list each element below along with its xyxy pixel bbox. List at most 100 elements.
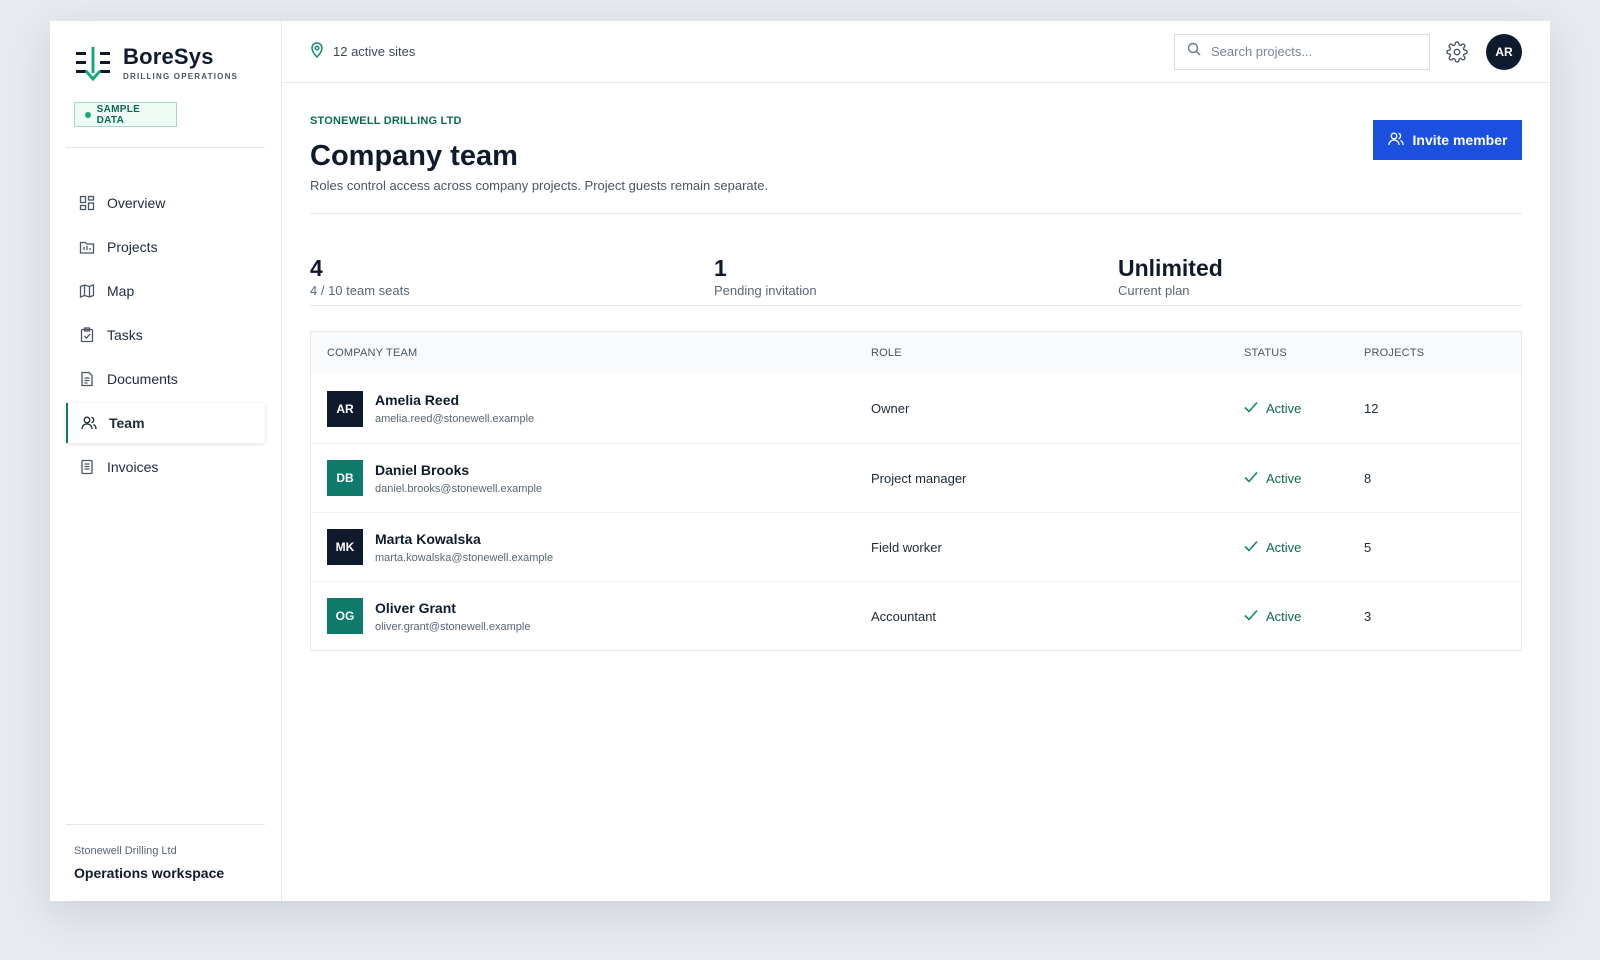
member-cell: MK Marta Kowalska marta.kowalska@stonewe… xyxy=(311,529,871,565)
status-badge: Active xyxy=(1244,401,1364,416)
check-icon xyxy=(1244,540,1258,555)
main-content: 12 active sites AR STONEWELL DRILLING LT… xyxy=(282,21,1550,901)
stat-value: 1 xyxy=(714,255,727,281)
search-box xyxy=(1174,33,1430,70)
invite-member-button[interactable]: Invite member xyxy=(1373,120,1522,160)
page-title: Company team xyxy=(310,140,518,172)
table-row[interactable]: DB Daniel Brooks daniel.brooks@stonewell… xyxy=(311,443,1521,512)
team-stats: 4 4 / 10 team seats 1 Pending invitation… xyxy=(310,233,1522,303)
sidebar-item-map[interactable]: Map xyxy=(66,271,265,311)
table-row[interactable]: MK Marta Kowalska marta.kowalska@stonewe… xyxy=(311,512,1521,581)
member-role: Project manager xyxy=(871,470,967,486)
stat-value: Unlimited xyxy=(1118,255,1223,281)
sidebar-item-label: Projects xyxy=(107,239,158,255)
company-name: STONEWELL DRILLING LTD xyxy=(310,115,462,127)
member-email: amelia.reed@stonewell.example xyxy=(375,413,535,425)
member-role: Owner xyxy=(871,401,910,416)
member-projects-count: 8 xyxy=(1364,470,1372,486)
column-header-projects[interactable]: PROJECTS xyxy=(1364,347,1521,359)
column-header-member[interactable]: COMPANY TEAM xyxy=(311,347,871,359)
sidebar-item-overview[interactable]: Overview xyxy=(66,183,265,223)
user-avatar[interactable]: AR xyxy=(1486,33,1522,70)
topbar: 12 active sites AR xyxy=(282,21,1550,83)
grid-icon xyxy=(79,195,95,211)
column-header-status[interactable]: STATUS xyxy=(1244,347,1364,359)
member-cell: OG Oliver Grant oliver.grant@stonewell.e… xyxy=(311,598,871,634)
check-icon xyxy=(1244,609,1258,624)
status-label: Active xyxy=(1266,608,1302,624)
sample-data-badge: SAMPLE DATA xyxy=(74,102,177,127)
clipboard-icon xyxy=(79,327,95,343)
member-name: Oliver Grant xyxy=(375,599,456,616)
brand[interactable]: BoreSys DRILLING OPERATIONS xyxy=(50,21,281,87)
divider xyxy=(310,213,1522,214)
folder-icon xyxy=(79,239,95,255)
table-row[interactable]: OG Oliver Grant oliver.grant@stonewell.e… xyxy=(311,581,1521,650)
team-table: COMPANY TEAM ROLE STATUS PROJECTS AR Ame… xyxy=(310,331,1522,651)
check-icon xyxy=(1244,471,1258,486)
workspace-org: Stonewell Drilling Ltd xyxy=(74,845,177,857)
sidebar-item-tasks[interactable]: Tasks xyxy=(66,315,265,355)
sidebar-item-label: Map xyxy=(107,283,135,299)
member-projects-count: 3 xyxy=(1364,608,1372,624)
stat-value: 4 xyxy=(310,255,323,281)
page-subtitle: Roles control access across company proj… xyxy=(310,178,769,193)
workspace-name: Operations workspace xyxy=(74,865,225,881)
stat-label: 4 / 10 team seats xyxy=(310,283,410,298)
status-label: Active xyxy=(1266,539,1302,555)
column-header-role[interactable]: ROLE xyxy=(871,347,1244,359)
status-label: Active xyxy=(1266,401,1302,416)
sidebar-divider xyxy=(66,147,265,148)
stat-label: Current plan xyxy=(1118,283,1190,298)
member-cell: AR Amelia Reed amelia.reed@stonewell.exa… xyxy=(311,390,871,427)
member-name: Marta Kowalska xyxy=(375,530,481,547)
workspace-switcher[interactable]: Stonewell Drilling Ltd Operations worksp… xyxy=(66,824,265,881)
sidebar-item-team[interactable]: Team xyxy=(66,403,265,443)
status-dot-icon xyxy=(85,111,91,118)
sidebar: BoreSys DRILLING OPERATIONS SAMPLE DATA … xyxy=(50,21,282,901)
member-name: Daniel Brooks xyxy=(375,461,470,478)
users-icon xyxy=(81,415,97,431)
member-role: Accountant xyxy=(871,608,937,624)
status-badge: Active xyxy=(1244,471,1364,486)
status-badge: Active xyxy=(1244,540,1364,555)
member-avatar: DB xyxy=(327,460,363,496)
drill-logo-icon xyxy=(75,46,111,82)
app-window: BoreSys DRILLING OPERATIONS SAMPLE DATA … xyxy=(50,21,1550,901)
stat-current-plan: Unlimited Current plan xyxy=(1118,233,1522,303)
sidebar-item-label: Invoices xyxy=(107,459,159,475)
table-row[interactable]: AR Amelia Reed amelia.reed@stonewell.exa… xyxy=(311,374,1521,443)
check-icon xyxy=(1244,401,1258,416)
document-icon xyxy=(79,371,95,387)
sidebar-item-invoices[interactable]: Invoices xyxy=(66,447,265,487)
member-avatar: OG xyxy=(327,598,363,634)
status-badge: Active xyxy=(1244,609,1364,624)
member-email: marta.kowalska@stonewell.example xyxy=(375,551,554,564)
sidebar-item-projects[interactable]: Projects xyxy=(66,227,265,267)
stat-team-seats: 4 4 / 10 team seats xyxy=(310,233,714,303)
stat-pending-invitation: 1 Pending invitation xyxy=(714,233,1118,303)
active-sites[interactable]: 12 active sites xyxy=(310,42,415,61)
team-page: STONEWELL DRILLING LTD Company team Role… xyxy=(282,83,1550,651)
sidebar-item-documents[interactable]: Documents xyxy=(66,359,265,399)
gear-icon[interactable] xyxy=(1446,40,1468,63)
member-email: oliver.grant@stonewell.example xyxy=(375,620,531,633)
receipt-icon xyxy=(79,459,95,475)
sidebar-item-label: Overview xyxy=(107,195,166,211)
member-role: Field worker xyxy=(871,539,942,555)
brand-name: BoreSys xyxy=(123,44,214,69)
member-avatar: MK xyxy=(327,529,363,565)
member-cell: DB Daniel Brooks daniel.brooks@stonewell… xyxy=(311,460,871,496)
active-sites-label: 12 active sites xyxy=(333,44,416,59)
member-projects-count: 12 xyxy=(1364,401,1379,416)
sidebar-item-label: Tasks xyxy=(107,327,143,343)
search-input[interactable] xyxy=(1211,44,1411,59)
sidebar-nav: Overview Projects Map Tasks Documents Te… xyxy=(50,183,281,491)
search-icon xyxy=(1187,42,1201,61)
badge-label: SAMPLE DATA xyxy=(96,103,141,126)
stat-label: Pending invitation xyxy=(714,283,817,298)
status-label: Active xyxy=(1266,470,1302,486)
table-body: AR Amelia Reed amelia.reed@stonewell.exa… xyxy=(311,374,1521,650)
invite-member-label: Invite member xyxy=(1412,132,1508,148)
table-header: COMPANY TEAM ROLE STATUS PROJECTS xyxy=(311,332,1521,374)
